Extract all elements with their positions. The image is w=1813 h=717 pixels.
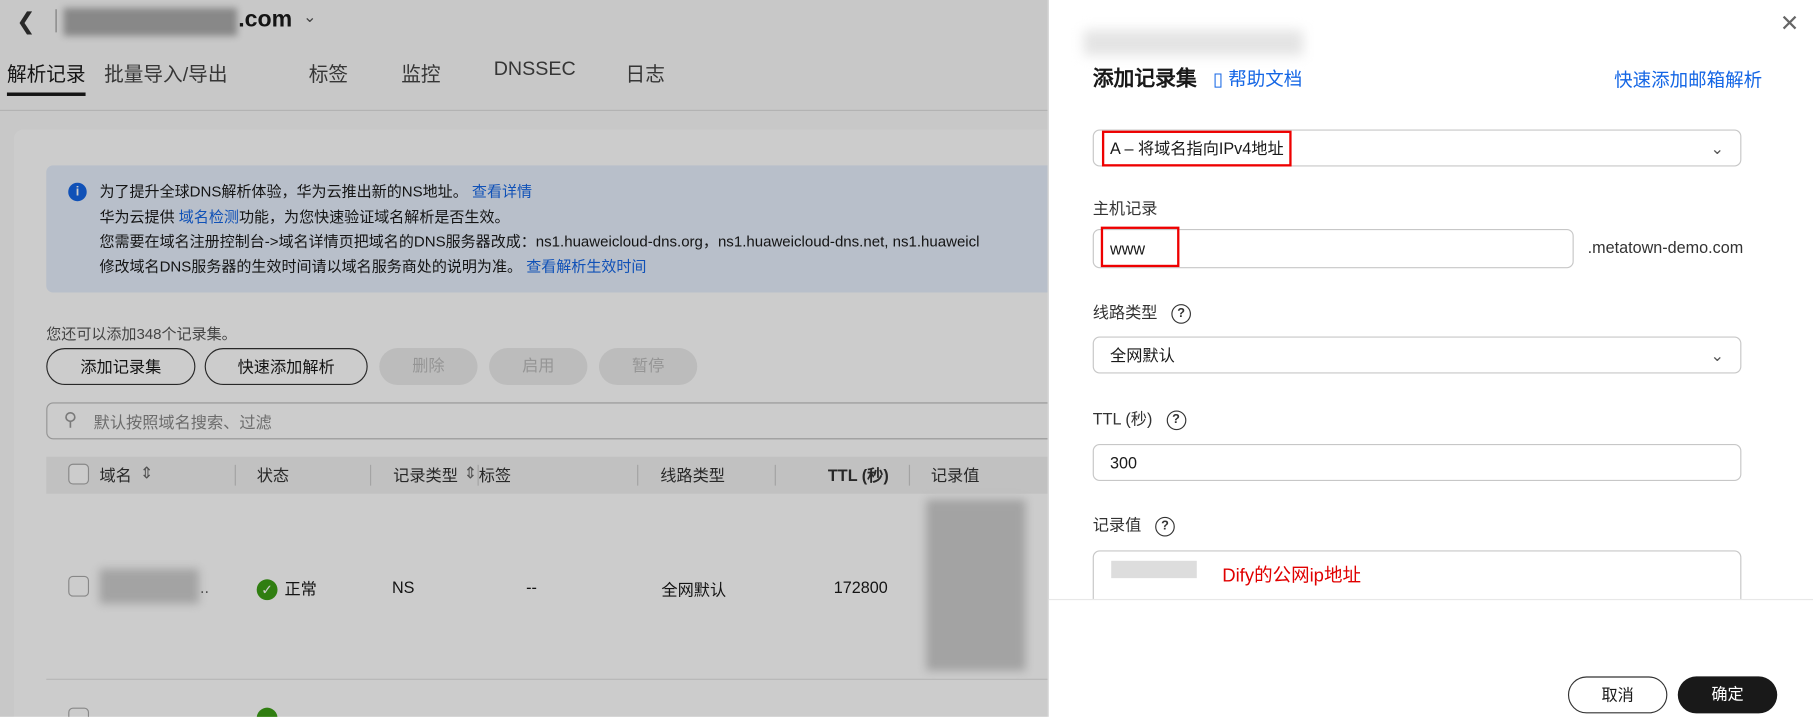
confirm-button[interactable]: 确定 bbox=[1677, 676, 1778, 714]
add-record-set-drawer: ✕ 添加记录集 ▯ 帮助文档 快速添加邮箱解析 A – 将域名指向IPv4地址 ⌄… bbox=[1047, 0, 1813, 717]
host-label: 主机记录 bbox=[1092, 198, 1158, 218]
book-icon: ▯ bbox=[1212, 70, 1224, 91]
help-question-icon[interactable]: ? bbox=[1166, 410, 1186, 430]
highlight-box bbox=[1100, 226, 1180, 268]
modal-backdrop[interactable] bbox=[0, 0, 1048, 717]
close-icon[interactable]: ✕ bbox=[1780, 9, 1799, 38]
drawer-title: 添加记录集 bbox=[1092, 67, 1197, 91]
line-label: 线路类型? bbox=[1093, 301, 1191, 324]
line-type-select[interactable]: 全网默认 ⌄ bbox=[1092, 336, 1742, 374]
quick-add-mail-link[interactable]: 快速添加邮箱解析 bbox=[1614, 65, 1762, 93]
annotation-text: Dify的公网ip地址 bbox=[1222, 566, 1361, 587]
help-question-icon[interactable]: ? bbox=[1155, 516, 1175, 537]
ttl-input[interactable]: 300 bbox=[1092, 444, 1742, 482]
host-suffix: .metatown-demo.com bbox=[1587, 238, 1744, 257]
redacted-ip bbox=[1111, 560, 1197, 579]
help-docs-link[interactable]: ▯ 帮助文档 bbox=[1213, 64, 1302, 92]
help-question-icon[interactable]: ? bbox=[1171, 303, 1191, 324]
highlight-box bbox=[1101, 130, 1292, 167]
redacted-subtitle bbox=[1083, 30, 1304, 56]
chevron-down-icon: ⌄ bbox=[1710, 345, 1725, 365]
ttl-label: TTL (秒)? bbox=[1093, 407, 1186, 430]
chevron-down-icon: ⌄ bbox=[1710, 138, 1725, 158]
cancel-button[interactable]: 取消 bbox=[1567, 676, 1668, 714]
value-label: 记录值? bbox=[1093, 513, 1175, 537]
